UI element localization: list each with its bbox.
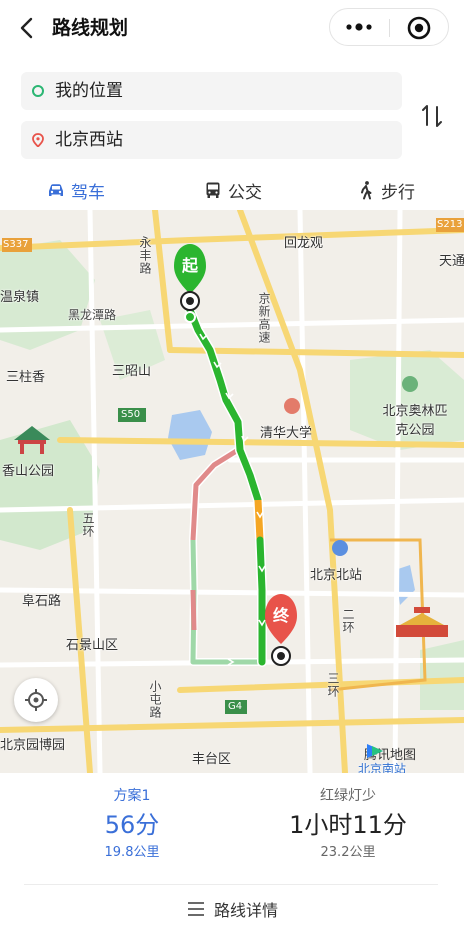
swap-vertical-icon <box>422 105 442 127</box>
university-icon <box>284 398 300 414</box>
target-circle-icon <box>407 16 431 40</box>
plan-distance: 23.2公里 <box>320 845 376 860</box>
locate-crosshair-icon <box>25 689 47 711</box>
plan-name: 方案1 <box>113 788 151 804</box>
origin-text: 我的位置 <box>55 81 123 101</box>
back-button[interactable] <box>14 14 42 42</box>
swap-route-button[interactable] <box>418 102 446 130</box>
tiantong-label: 天通 <box>439 254 464 269</box>
destination-pin-icon <box>32 133 44 147</box>
wenquan-label: 温泉镇 <box>0 290 40 305</box>
mini-program-capsule <box>329 8 449 46</box>
capsule-divider <box>389 19 390 37</box>
tiananmen-icon <box>396 607 448 637</box>
heilongtan-road-label: 黑龙潭路 <box>68 308 117 322</box>
jingxin-expressway-label: 京新高速 <box>257 292 271 344</box>
plan-time: 56分 <box>104 811 160 839</box>
route-details-label: 路线详情 <box>213 901 278 920</box>
s50-label: S50 <box>121 409 141 420</box>
xiaotun-road-label: 小屯路 <box>148 680 162 719</box>
tencent-map-logo-icon <box>367 744 383 758</box>
more-dots-icon <box>346 23 372 31</box>
plan-option-2[interactable]: 红绿灯少 1小时11分 23.2公里 <box>248 785 448 863</box>
plan-name: 红绿灯少 <box>320 788 376 804</box>
tab-bus[interactable]: 公交 <box>203 170 262 210</box>
tab-drive-label: 驾车 <box>71 182 105 203</box>
header-bar: 路线规划 <box>0 0 464 58</box>
tab-bus-label: 公交 <box>228 182 262 203</box>
third-ring-label: 三环 <box>326 672 340 698</box>
close-mini-program-button[interactable] <box>406 15 432 41</box>
route-details-button[interactable]: 路线详情 <box>0 891 464 927</box>
destination-text: 北京西站 <box>55 130 123 150</box>
panel-divider <box>24 884 438 885</box>
route-plans-panel: 方案1 56分 19.8公里 红绿灯少 1小时11分 23.2公里 路线详情 <box>0 773 464 930</box>
shijingshan-label: 石景山区 <box>66 638 119 653</box>
s213-label: S213 <box>437 219 463 230</box>
tsinghua-label: 清华大学 <box>260 426 313 441</box>
destination-input[interactable]: 北京西站 <box>21 121 402 159</box>
bus-icon <box>206 182 220 198</box>
g4-label: G4 <box>228 701 243 712</box>
more-button[interactable] <box>342 15 376 39</box>
xiangshan-park-label: 香山公园 <box>2 464 55 479</box>
start-marker-label: 起 <box>182 256 199 275</box>
chevron-left-icon <box>20 17 33 39</box>
beijing-north-station-label: 北京北站 <box>310 568 363 583</box>
second-ring-label: 二环 <box>341 608 355 634</box>
page-title: 路线规划 <box>52 17 129 39</box>
tab-drive[interactable]: 驾车 <box>46 170 105 210</box>
tab-walk[interactable]: 步行 <box>356 170 415 210</box>
locate-me-button[interactable] <box>14 678 58 722</box>
huilongguan-label: 回龙观 <box>284 236 324 251</box>
tab-walk-label: 步行 <box>381 182 415 203</box>
walk-icon <box>361 181 372 200</box>
travel-mode-tabs: 驾车 公交 步行 <box>0 170 464 210</box>
origin-dot-icon <box>32 85 44 97</box>
plan-distance: 19.8公里 <box>104 845 160 860</box>
map-canvas <box>0 210 464 773</box>
fushi-road-label: 阜石路 <box>22 594 62 609</box>
tencent-map-watermark: 腾讯地图 <box>364 740 416 766</box>
car-icon <box>49 184 63 196</box>
origin-input[interactable]: 我的位置 <box>21 72 402 110</box>
olympic-park-label: 北京奥林匹克公园 <box>382 404 448 438</box>
yongfeng-road-label: 永丰路 <box>138 236 152 275</box>
sanzhuxiang-label: 三柱香 <box>6 370 46 385</box>
map-view[interactable]: 起 终 S337 S213 S50 G4 永丰路 回龙观 天通 温泉镇 黑龙潭路… <box>0 210 464 773</box>
end-marker-label: 终 <box>273 606 290 625</box>
station-icon <box>332 540 348 556</box>
list-lines-icon <box>187 902 204 916</box>
route-planning-page: 路线规划 我的位置 北京西站 驾车 公交 步行 起 终 S337 S213 S5… <box>0 0 464 930</box>
sanzhaishan-label: 三昭山 <box>112 364 152 379</box>
yuanbo-park-label: 北京园博园 <box>0 738 66 753</box>
park-icon <box>402 376 418 392</box>
plan-time: 1小时11分 <box>289 811 407 839</box>
s337-label: S337 <box>3 239 29 250</box>
plan-option-1[interactable]: 方案1 56分 19.8公里 <box>32 785 232 863</box>
fifth-ring-label: 五环 <box>81 512 95 538</box>
fengtai-label: 丰台区 <box>192 752 232 767</box>
